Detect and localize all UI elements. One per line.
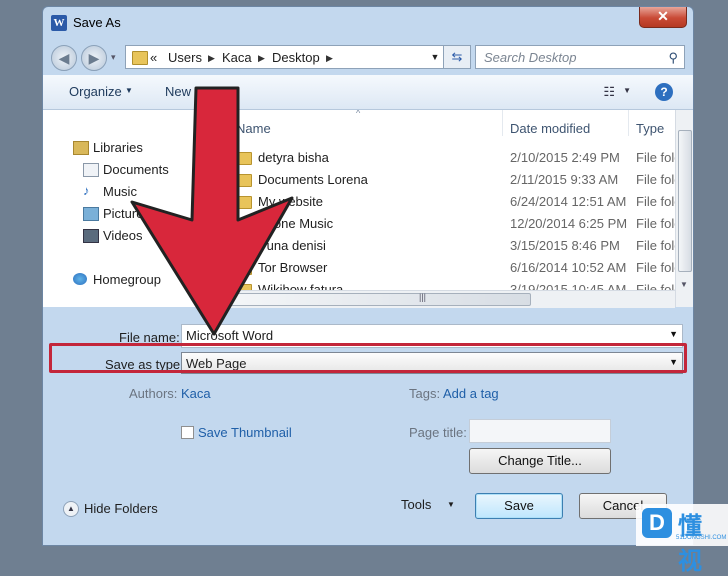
watermark-text: 懂视 [678, 513, 704, 575]
red-arrow-annotation [130, 86, 294, 336]
watermark-subtext: 51DONGSHI.COM [676, 535, 727, 541]
watermark: D 懂视 51DONGSHI.COM [636, 504, 728, 575]
down-arrow-icon [130, 86, 294, 336]
watermark-logo: D [642, 508, 672, 538]
